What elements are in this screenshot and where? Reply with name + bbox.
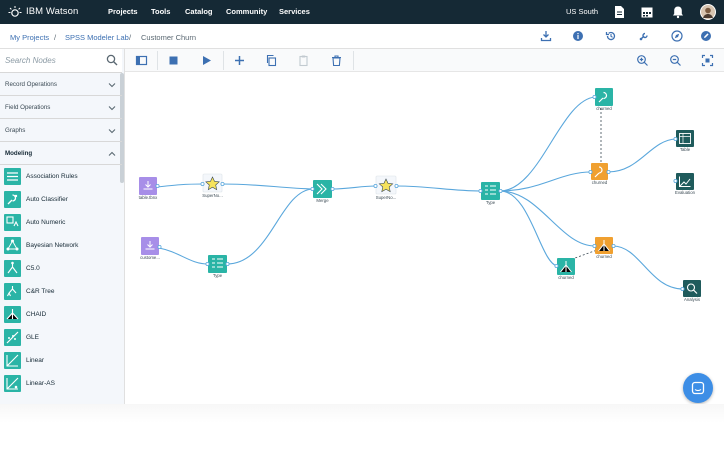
auto-classifier-model-icon [595,88,613,106]
node-label: Type [213,273,223,278]
flow-node-supernode1[interactable]: SuperNo... [200,173,225,198]
node-label: table.tbnx [139,195,158,200]
link-type2-churned-mid[interactable] [499,171,592,192]
link-type2-churned-bot[interactable] [499,190,596,247]
type-node-icon [481,182,500,200]
link-supernode1-merge[interactable] [221,183,314,190]
link-churned-table[interactable] [607,138,677,173]
table-node-icon [676,130,694,147]
flow-node-tablenx[interactable]: table.tbnx [139,177,160,200]
node-label: SuperNo... [202,193,223,198]
node-label: Evaluation [675,190,696,195]
flow-node-analysis[interactable]: Analysis [680,280,701,302]
evaluation-node-icon [676,173,694,190]
flow-node-supernode2[interactable]: SuperNo... [373,175,399,200]
link-merge-supernode2[interactable] [331,185,377,190]
flow-node-type2[interactable]: Type [478,182,503,205]
link-tablenx-supernode1[interactable] [156,183,204,188]
link-type2-churned-low[interactable] [499,190,558,267]
node-label: Type [486,200,496,205]
flow-node-churned-mid[interactable]: churned [588,163,611,185]
link-churned-analysis[interactable] [612,245,684,290]
node-label: churned [558,275,574,280]
node-label: churned [596,254,612,259]
chat-button[interactable] [683,373,713,403]
node-label: Table [680,147,691,152]
node-label: Analysis [684,297,700,302]
flow-diagram: table.tbnx SuperNo... custome... Type Me… [139,88,701,302]
node-label: Merge [316,198,329,203]
page-bottom-margin [0,404,724,451]
flow-node-churned-bot[interactable]: churned [592,237,616,259]
flow-node-churned-low[interactable]: churned [554,258,575,280]
churn-model-nugget-icon [591,163,608,180]
flow-node-churned-top[interactable]: churned [592,88,613,111]
flow-node-type1[interactable]: Type [205,255,230,278]
node-label: churned [592,180,608,185]
flow-node-evaluation[interactable]: Evaluation [673,173,696,195]
flow-node-table[interactable]: Table [673,130,694,152]
link-type2-churned-top[interactable] [499,96,596,192]
link-supernode2-type2[interactable] [395,185,482,192]
type-node-icon [208,255,227,273]
node-label: churned [596,106,612,111]
analysis-node-icon [683,280,701,297]
flow-node-merge[interactable]: Merge [310,180,335,203]
flow-node-customer[interactable]: custome... [140,237,162,260]
link-type1-merge[interactable] [226,188,314,265]
link-customer-type1[interactable] [158,247,209,265]
chat-icon [691,381,705,395]
node-label: custome... [140,255,160,260]
node-label: SuperNo... [376,195,397,200]
